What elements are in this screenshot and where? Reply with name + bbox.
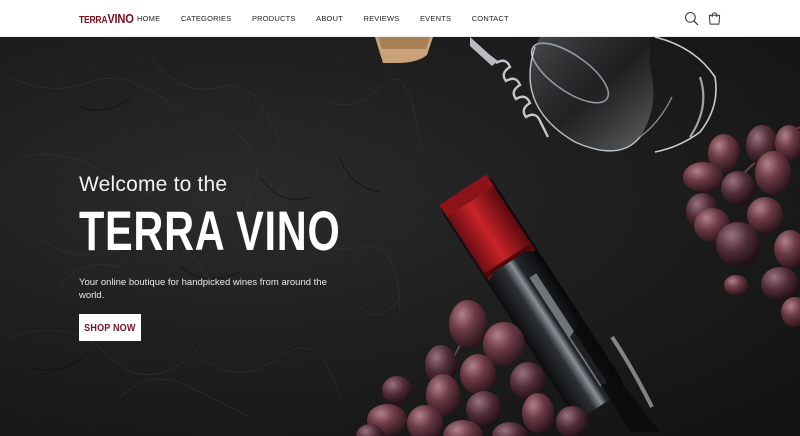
nav-categories[interactable]: CATEGORIES — [181, 14, 232, 23]
shop-now-label: SHOP NOW — [84, 321, 136, 334]
search-icon[interactable] — [684, 11, 699, 26]
site-header: TERRA VINO HOME CATEGORIES PRODUCTS ABOU… — [0, 0, 800, 37]
hero-welcome: Welcome to the — [79, 173, 228, 196]
hero-banner: Welcome to the TERRA VINO Your online bo… — [0, 37, 800, 436]
logo-text-terra: TERRA — [79, 15, 108, 26]
nav-home[interactable]: HOME — [137, 14, 160, 23]
logo-text-vino: VINO — [107, 11, 134, 26]
nav-reviews[interactable]: REVIEWS — [363, 14, 399, 23]
main-nav: HOME CATEGORIES PRODUCTS ABOUT REVIEWS E… — [137, 0, 529, 37]
nav-contact[interactable]: CONTACT — [472, 14, 509, 23]
site-logo[interactable]: TERRA VINO — [79, 11, 134, 27]
hero-title: TERRA VINO — [79, 199, 341, 262]
nav-products[interactable]: PRODUCTS — [252, 14, 296, 23]
shopping-bag-icon[interactable] — [707, 11, 722, 26]
shop-now-button[interactable]: SHOP NOW — [79, 314, 141, 341]
nav-about[interactable]: ABOUT — [316, 14, 343, 23]
hero-tagline: Your online boutique for handpicked wine… — [79, 277, 327, 301]
nav-events[interactable]: EVENTS — [420, 14, 451, 23]
